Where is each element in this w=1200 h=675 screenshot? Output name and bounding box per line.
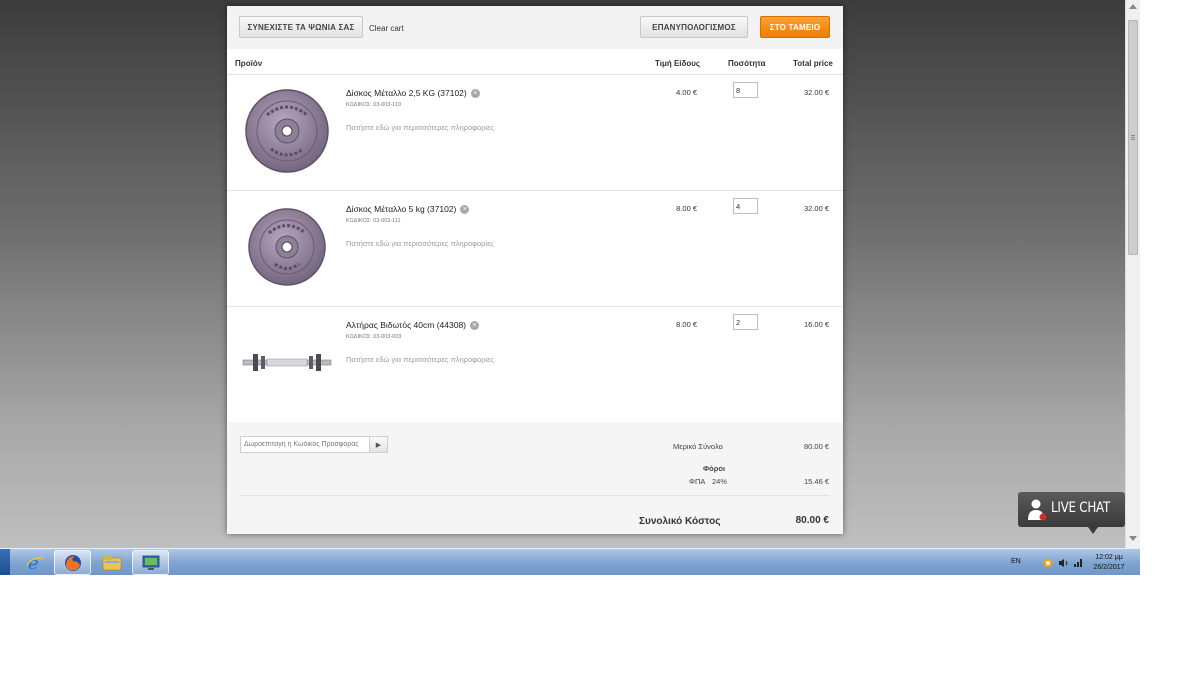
summary-divider [240,495,830,496]
continue-shopping-button[interactable]: ΣΥΝΕΧΙΣΤΕ ΤΑ ΨΩΝΙΑ ΣΑΣ [239,16,363,38]
subtotal-label: Μερικό Σύνολο [673,442,723,451]
cart-item: Δίσκος Μέταλλο 5 kg (37102) × ΚΩΔΙΚΟΣ: 03… [227,191,843,307]
item-name[interactable]: Δίσκος Μέταλλο 2,5 KG (37102) × [346,88,480,99]
item-code: ΚΩΔΙΚΟΣ: 03-003-110 [346,102,401,108]
vat-label: ΦΠΑ [689,477,706,486]
grand-total-value: 80.00 € [795,515,829,526]
cart-table-header: Προϊόν Τιμή Είδους Ποσότητα Total price [227,49,843,75]
file-explorer-icon[interactable] [93,550,130,575]
item-info-link[interactable]: Πατήστε εδώ για περισσότερες πληροφορίες [346,123,494,132]
remove-item-icon[interactable]: × [470,89,480,99]
column-quantity: Ποσότητα [728,59,766,68]
item-info-link[interactable]: Πατήστε εδώ για περισσότερες πληροφορίες [346,355,494,364]
item-name[interactable]: Δίσκος Μέταλλο 5 kg (37102) × [346,204,470,215]
scrollbar-thumb[interactable] [1128,20,1138,255]
system-clock[interactable]: 12:02 μμ 26/2/2017 [1085,553,1133,573]
item-unit-price: 8.00 € [676,204,697,213]
user-icon [1028,499,1047,521]
scrollbar-grip [1131,135,1135,136]
weight-plate-image[interactable] [237,85,337,175]
recalculate-button[interactable]: ΕΠΑΝΥΠΟΛΟΓΙΣΜΟΣ [640,16,748,38]
volume-icon[interactable] [1058,558,1069,568]
grand-total-label: Συνολικό Κόστος [639,516,721,527]
taxes-label: Φόροι [703,464,726,473]
weight-plate-image[interactable] [237,201,337,291]
checkout-button[interactable]: ΣΤΟ ΤΑΜΕΙΟ [760,16,830,38]
column-unit-price: Τιμή Είδους [655,59,701,68]
dumbbell-bar-image[interactable] [237,317,337,407]
remove-item-icon[interactable]: × [470,321,480,331]
item-code: ΚΩΔΙΚΟΣ: 03-003-111 [346,218,401,224]
vat-value: 15.46 € [803,477,829,486]
item-total-price: 32.00 € [803,88,829,97]
quantity-input[interactable] [733,314,758,330]
cart-item: Δίσκος Μέταλλο 2,5 KG (37102) × ΚΩΔΙΚΟΣ: … [227,75,843,191]
scroll-up-arrow-icon[interactable] [1129,4,1137,9]
live-chat-label: LIVE CHAT [1051,500,1111,516]
cart-toolbar: ΣΥΝΕΧΙΣΤΕ ΤΑ ΨΩΝΙΑ ΣΑΣ Clear cart ΕΠΑΝΥΠ… [227,6,843,49]
quantity-input[interactable] [733,82,758,98]
cart-panel: ΣΥΝΕΧΙΣΤΕ ΤΑ ΨΩΝΙΑ ΣΑΣ Clear cart ΕΠΑΝΥΠ… [227,6,843,534]
remote-desktop-icon[interactable] [132,550,169,575]
desktop-screen: ΣΥΝΕΧΙΣΤΕ ΤΑ ΨΩΝΙΑ ΣΑΣ Clear cart ΕΠΑΝΥΠ… [0,0,1140,575]
live-chat-button[interactable]: LIVE CHAT [1018,492,1125,534]
cart-item: Αλτήρας Βιδωτός 40cm (44308) × ΚΩΔΙΚΟΣ: 0… [227,307,843,423]
remove-item-icon[interactable]: × [460,205,470,215]
item-code: ΚΩΔΙΚΟΣ: 03-003-003 [346,334,402,340]
firefox-icon[interactable] [54,550,91,575]
item-unit-price: 4.00 € [676,88,697,97]
item-name[interactable]: Αλτήρας Βιδωτός 40cm (44308) × [346,320,480,331]
clear-cart-link[interactable]: Clear cart [369,24,404,33]
cart-summary: ▶ Μερικό Σύνολο 80.00 € Φόροι ΦΠΑ 24% 15… [227,422,843,534]
item-total-price: 16.00 € [803,320,829,329]
clock-time: 12:02 μμ [1095,554,1123,561]
subtotal-value: 80.00 € [803,442,829,451]
item-unit-price: 8.00 € [676,320,697,329]
windows-taskbar: e EN 12:02 μμ 26/2/2017 [0,548,1140,575]
column-product: Προϊόν [235,59,263,68]
network-icon[interactable] [1073,558,1082,568]
notification-icon[interactable] [1043,558,1053,568]
page-scrollbar[interactable] [1125,0,1140,548]
item-info-link[interactable]: Πατήστε εδώ για περισσότερες πληροφορίες [346,239,494,248]
scroll-down-arrow-icon[interactable] [1129,536,1137,541]
internet-explorer-icon[interactable]: e [16,550,53,575]
apply-coupon-button[interactable]: ▶ [369,436,388,453]
column-total: Total price [793,59,833,68]
quantity-input[interactable] [733,198,758,214]
language-indicator[interactable]: EN [1011,558,1021,565]
item-total-price: 32.00 € [803,204,829,213]
coupon-input[interactable] [240,436,370,453]
vat-rate: 24% [712,477,728,486]
clock-date: 26/2/2017 [1093,564,1125,571]
start-button[interactable] [0,549,10,575]
